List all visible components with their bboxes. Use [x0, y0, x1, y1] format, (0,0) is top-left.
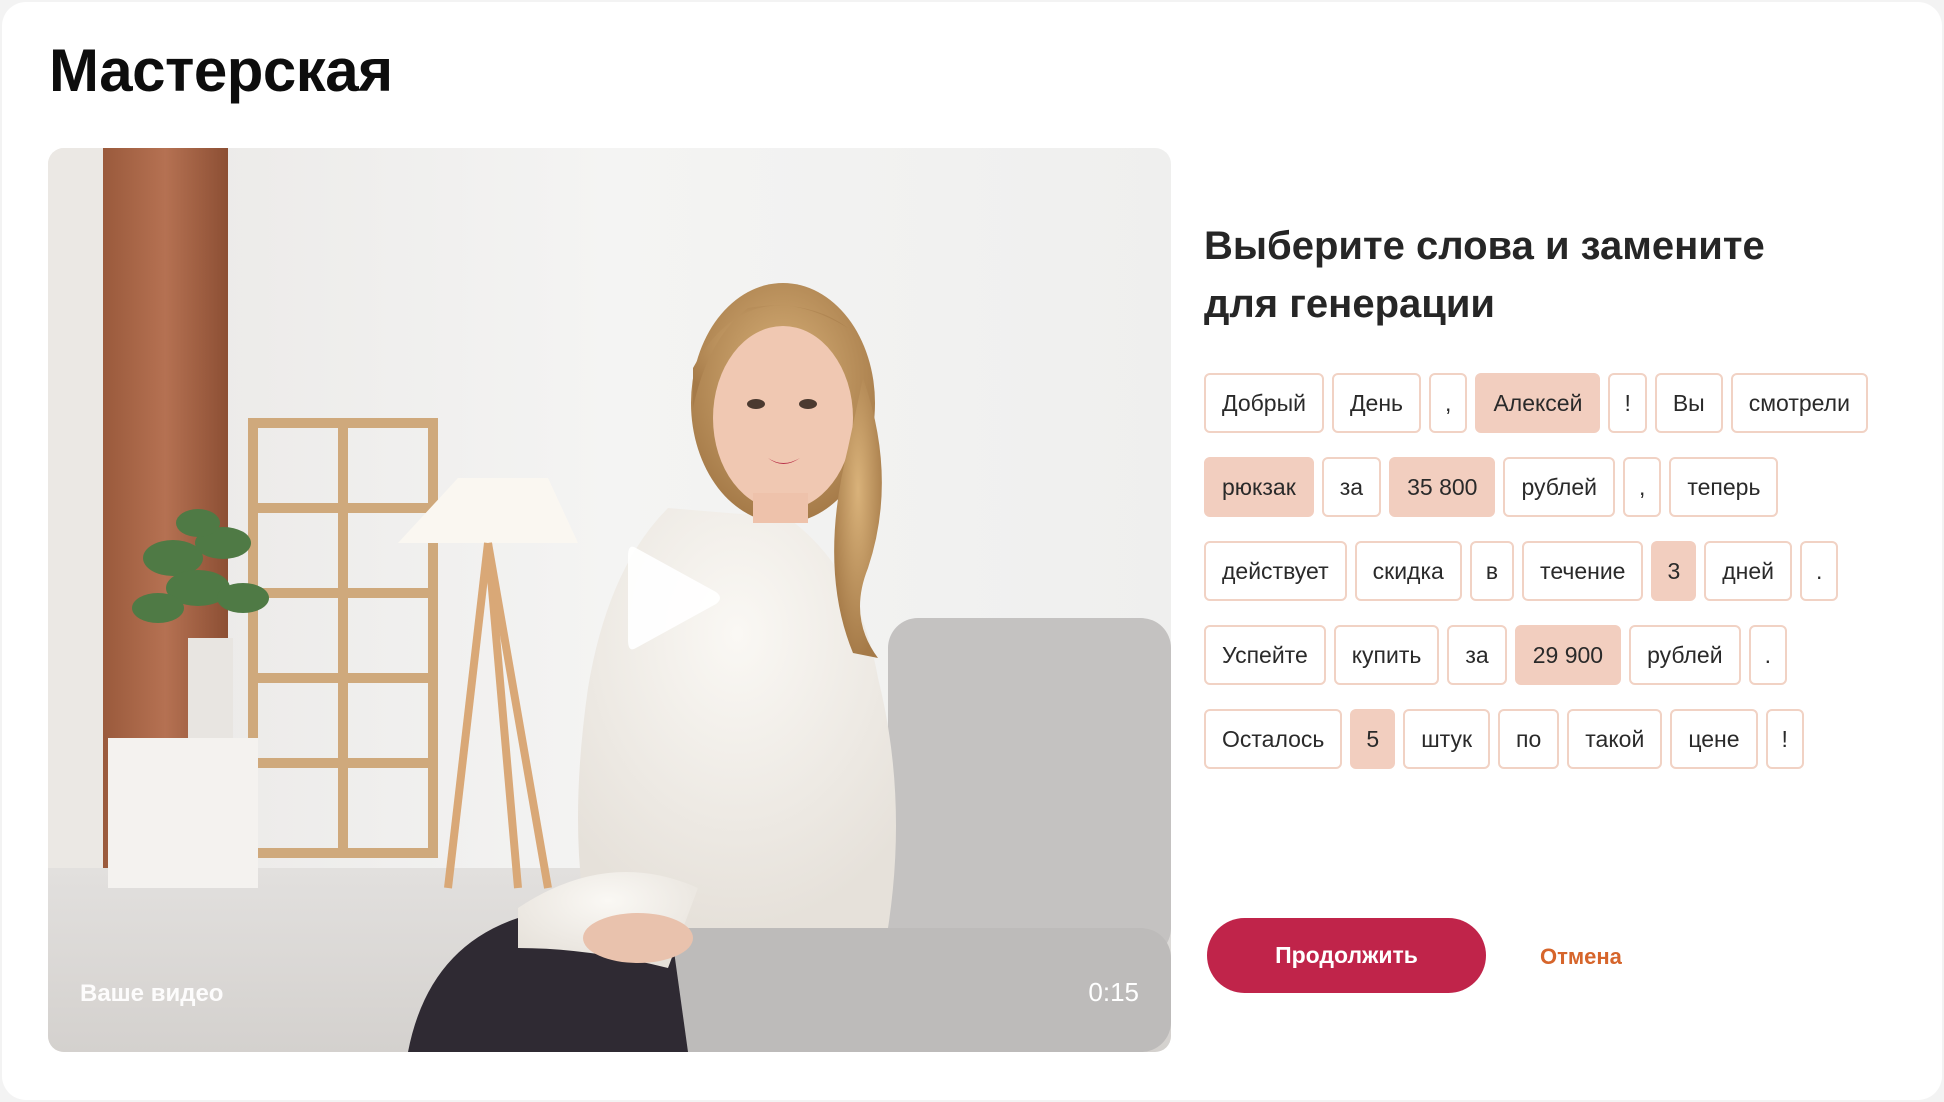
video-label: Ваше видео [80, 980, 224, 1007]
word-chip-selected[interactable]: 5 [1350, 709, 1396, 769]
word-chip[interactable]: за [1321, 457, 1382, 517]
video-thumbnail [48, 148, 1171, 1052]
word-chip[interactable]: , [1429, 373, 1468, 433]
word-chip[interactable]: , [1622, 457, 1662, 517]
page-title: Мастерская [49, 37, 393, 104]
word-row: действует скидка в течение 3 дней. [1204, 541, 1904, 601]
word-row: рюкзак за 35 800 рублей, теперь [1204, 457, 1904, 517]
word-chip[interactable]: Добрый [1204, 373, 1324, 433]
word-chip-selected[interactable]: 35 800 [1389, 457, 1496, 517]
word-chip[interactable]: в [1469, 541, 1515, 601]
word-chip[interactable]: ! [1765, 709, 1804, 769]
word-chip[interactable]: течение [1522, 541, 1644, 601]
continue-button[interactable]: Продолжить [1207, 918, 1486, 993]
word-chip[interactable]: действует [1204, 541, 1347, 601]
word-chip[interactable]: Успейте [1204, 625, 1326, 685]
word-chip-selected[interactable]: 29 900 [1514, 625, 1622, 685]
word-chip-selected[interactable]: Алексей [1475, 373, 1601, 433]
word-row: Добрый День, Алексей! Вы смотрели [1204, 373, 1904, 433]
word-row: Осталось 5 штук по такой цене! [1204, 709, 1904, 769]
word-chip[interactable]: смотрели [1730, 373, 1868, 433]
word-chip[interactable]: за [1447, 625, 1507, 685]
word-chip[interactable]: рублей [1629, 625, 1741, 685]
word-chip[interactable]: Вы [1654, 373, 1723, 433]
cancel-button[interactable]: Отмена [1540, 944, 1622, 970]
word-chip[interactable]: купить [1333, 625, 1440, 685]
word-chip[interactable]: по [1498, 709, 1560, 769]
word-chip[interactable]: цене [1670, 709, 1758, 769]
video-preview[interactable]: Ваше видео 0:15 [48, 148, 1171, 1052]
word-chip[interactable]: штук [1403, 709, 1491, 769]
word-row: Успейте купить за 29 900 рублей. [1204, 625, 1904, 685]
word-chip-selected[interactable]: 3 [1651, 541, 1697, 601]
word-chip[interactable]: рублей [1503, 457, 1615, 517]
word-chip[interactable]: ! [1608, 373, 1647, 433]
word-chip[interactable]: День [1331, 373, 1422, 433]
word-chips: Добрый День, Алексей! Вы смотрели рюкзак за 35 … [1204, 373, 1904, 793]
word-chip[interactable]: скидка [1354, 541, 1462, 601]
video-duration: 0:15 [1088, 977, 1139, 1007]
play-icon[interactable] [618, 538, 728, 658]
word-chip-selected[interactable]: рюкзак [1204, 457, 1314, 517]
editor-heading: Выберите слова и замените для генерации [1204, 224, 1765, 326]
workshop-card: Мастерская Ваше видео 0:15 Выберите слов… [2, 2, 1942, 1100]
word-chip[interactable]: дней [1704, 541, 1793, 601]
word-chip[interactable]: такой [1567, 709, 1663, 769]
word-chip[interactable]: . [1748, 625, 1787, 685]
word-chip[interactable]: Осталось [1204, 709, 1343, 769]
word-chip[interactable]: теперь [1669, 457, 1779, 517]
word-chip[interactable]: . [1800, 541, 1839, 601]
